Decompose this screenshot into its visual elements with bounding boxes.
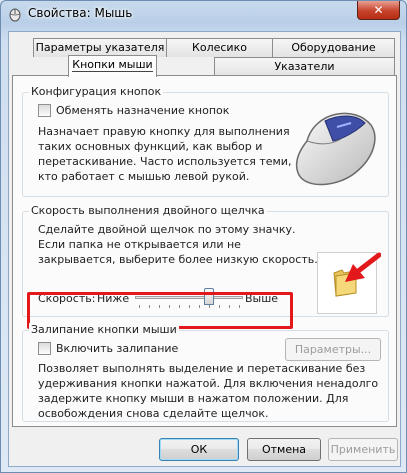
description-line: перетаскивание. Часто используется теми, [38,155,292,168]
description-line: Назначает правую кнопку для выполнения [38,125,290,138]
description-line: Сделайте двойной щелчок по этому значку. [38,223,296,236]
window-title: Свойства: Мышь [28,6,133,20]
mouse-properties-window: Свойства: Мышь ✕ Параметры указателя Кол… [0,0,407,473]
close-button[interactable]: ✕ [357,1,400,20]
swap-buttons-label[interactable]: Обменять назначение кнопок [56,104,229,117]
description-line: задержите кнопку мыши в нажатом положени… [38,392,349,405]
click-lock-settings-button[interactable]: Параметры... [285,338,381,361]
double-click-title: Скорость выполнения двойного щелчка [29,204,267,217]
apply-button[interactable]: Применить [328,438,398,461]
tab-wheel[interactable]: Колесико [166,38,273,57]
double-click-description: Сделайте двойной щелчок по этому значку.… [38,222,318,267]
tab-pointers[interactable]: Указатели [214,57,395,76]
cancel-button[interactable]: Отмена [247,438,321,461]
tab-buttons-label: Кнопки мыши [72,58,153,72]
description-line: кто работает с мышью левой рукой. [38,170,250,183]
description-line: Если папка не открывается или не [38,238,241,251]
click-lock-title: Залипание кнопки мыши [29,323,179,336]
mouse-image [295,112,376,186]
arrow-icon [345,252,381,282]
tab-hardware[interactable]: Оборудование [272,38,395,57]
dialog-client-area: Параметры указателя Колесико Оборудовани… [8,31,401,467]
tab-panel: Конфигурация кнопок Обменять назначение … [12,75,397,427]
description-line: закрывается, выберите более низкую скоро… [38,253,318,266]
button-config-description: Назначает правую кнопку для выполнения т… [38,124,291,184]
swap-buttons-checkbox[interactable] [38,104,51,117]
description-line: Позволяет выполнять выделение и перетаск… [38,362,366,375]
description-line: таких основных функций, как выбор и [38,140,263,153]
tab-buttons[interactable]: Кнопки мыши [68,55,157,77]
button-config-title: Конфигурация кнопок [29,85,164,98]
click-lock-checkbox[interactable] [38,342,51,355]
description-line: удерживания кнопки нажатой. Для включени… [38,377,379,390]
mouse-icon [9,8,21,22]
button-config-group: Конфигурация кнопок Обменять назначение … [22,85,389,197]
click-lock-label[interactable]: Включить залипание [56,342,178,355]
description-line: освобождения снова сделайте щелчок. [38,407,269,420]
title-bar[interactable]: Свойства: Мышь ✕ [1,1,406,27]
ok-button[interactable]: ОК [159,438,239,461]
click-lock-group: Залипание кнопки мыши Включить залипание… [22,323,389,422]
click-lock-description: Позволяет выполнять выделение и перетаск… [38,361,378,421]
